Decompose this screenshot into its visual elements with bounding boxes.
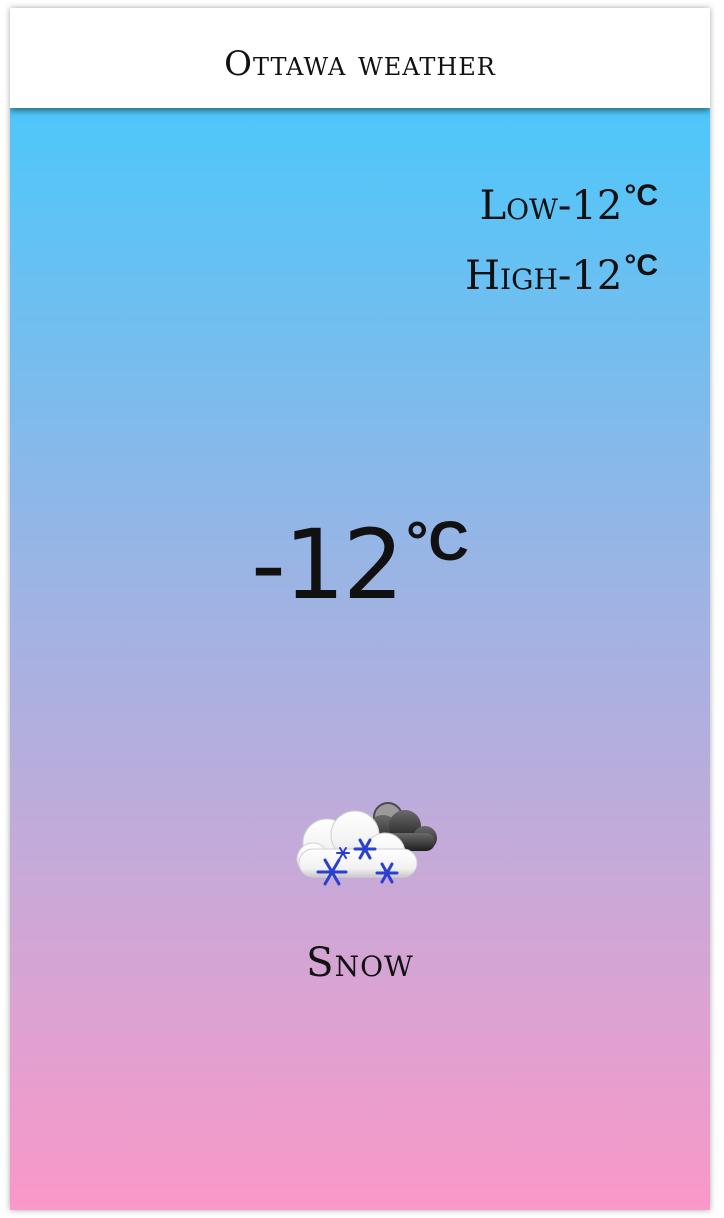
current-temperature-unit: °C: [405, 509, 469, 572]
weather-card: Ottawa weather Low-12°C High-12°C -12°C: [10, 8, 710, 1210]
low-value: -12: [557, 183, 623, 229]
low-label: Low: [479, 183, 558, 229]
page-title: Ottawa weather: [224, 44, 496, 84]
high-unit: °C: [624, 249, 658, 282]
current-temperature-value: -12: [251, 509, 404, 621]
weather-condition: Snow: [306, 940, 414, 986]
low-temperature: Low-12°C: [465, 166, 658, 236]
snow-cloud-icon: [285, 793, 445, 903]
high-value: -12: [557, 253, 623, 299]
high-label: High: [465, 253, 558, 299]
low-unit: °C: [624, 179, 658, 212]
high-temperature: High-12°C: [465, 236, 658, 306]
current-temperature: -12°C: [10, 508, 710, 621]
temperature-range: Low-12°C High-12°C: [465, 166, 658, 306]
app-header: Ottawa weather: [10, 8, 710, 108]
weather-panel: Low-12°C High-12°C -12°C Snow: [10, 108, 710, 1210]
